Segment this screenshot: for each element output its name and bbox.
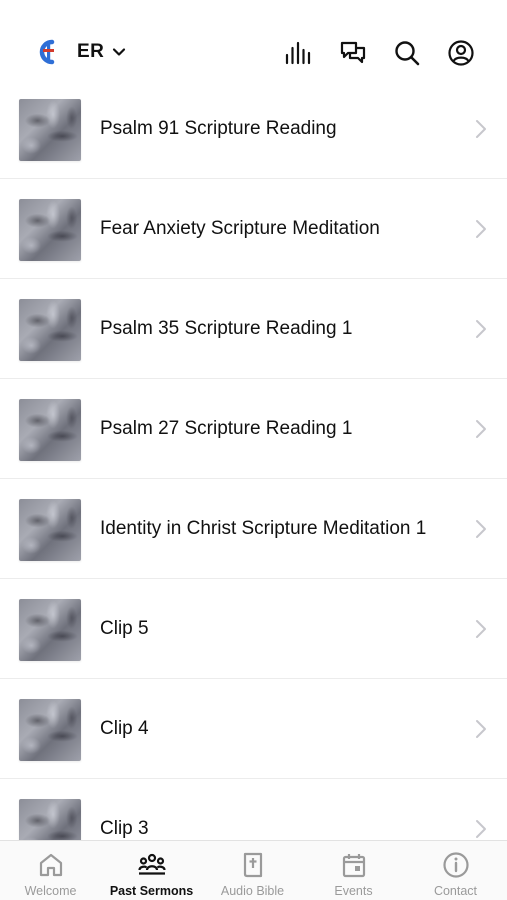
chevron-right-icon (472, 718, 490, 740)
tab-welcome[interactable]: Welcome (0, 841, 101, 900)
sermon-thumbnail (19, 599, 81, 661)
info-icon (442, 851, 470, 879)
sermon-thumbnail (19, 99, 81, 161)
chevron-right-icon (472, 618, 490, 640)
sermon-title: Psalm 27 Scripture Reading 1 (100, 418, 353, 439)
search-icon[interactable] (393, 39, 421, 67)
chevron-right-icon (472, 418, 490, 440)
sermon-thumbnail (19, 699, 81, 761)
church-logo-icon[interactable] (34, 38, 62, 66)
sermon-row[interactable]: Psalm 91 Scripture Reading (0, 79, 507, 179)
bottom-tab-bar: Welcome Past Sermons Audio Bible Events … (0, 840, 507, 900)
account-label[interactable]: ER (77, 40, 104, 64)
chevron-right-icon (472, 318, 490, 340)
people-icon (137, 851, 166, 879)
tab-label: Welcome (24, 884, 77, 898)
tab-audio-bible[interactable]: Audio Bible (202, 841, 303, 900)
sermon-title: Clip 3 (100, 818, 149, 839)
chevron-down-icon[interactable] (111, 44, 127, 60)
chat-icon[interactable] (339, 39, 367, 67)
sermon-row[interactable]: Fear Anxiety Scripture Meditation (0, 179, 507, 279)
sermon-thumbnail (19, 199, 81, 261)
chevron-right-icon (472, 218, 490, 240)
chevron-right-icon (472, 118, 490, 140)
tab-label: Contact (433, 884, 478, 898)
sermon-thumbnail (19, 399, 81, 461)
tab-past-sermons[interactable]: Past Sermons (101, 841, 202, 900)
sermon-title: Psalm 91 Scripture Reading (100, 118, 337, 139)
top-header: ER (0, 0, 507, 90)
calendar-icon (340, 851, 368, 879)
sermon-row[interactable]: Psalm 35 Scripture Reading 1 (0, 279, 507, 379)
sermon-title: Clip 4 (100, 718, 149, 739)
sermon-row[interactable]: Clip 4 (0, 679, 507, 779)
sermon-title: Fear Anxiety Scripture Meditation (100, 218, 380, 239)
tab-events[interactable]: Events (303, 841, 404, 900)
chevron-right-icon (472, 518, 490, 540)
home-icon (37, 851, 65, 879)
sermon-row[interactable]: Identity in Christ Scripture Meditation … (0, 479, 507, 579)
sermon-row[interactable]: Psalm 27 Scripture Reading 1 (0, 379, 507, 479)
profile-icon[interactable] (447, 39, 475, 67)
sermon-list: Psalm 91 Scripture Reading Fear Anxiety … (0, 79, 507, 879)
bible-icon (239, 851, 267, 879)
sermon-title: Psalm 35 Scripture Reading 1 (100, 318, 353, 339)
sermon-thumbnail (19, 499, 81, 561)
audio-levels-icon[interactable] (284, 39, 312, 67)
sermon-title: Identity in Christ Scripture Meditation … (100, 518, 427, 539)
tab-label: Audio Bible (220, 884, 285, 898)
chevron-right-icon (472, 818, 490, 840)
sermon-row[interactable]: Clip 5 (0, 579, 507, 679)
tab-label: Events (334, 884, 373, 898)
tab-label: Past Sermons (109, 884, 194, 898)
sermon-thumbnail (19, 299, 81, 361)
sermon-title: Clip 5 (100, 618, 149, 639)
app-screen: ER Psalm 91 Scripture Reading Fear Anxie… (0, 0, 507, 900)
tab-contact[interactable]: Contact (405, 841, 506, 900)
